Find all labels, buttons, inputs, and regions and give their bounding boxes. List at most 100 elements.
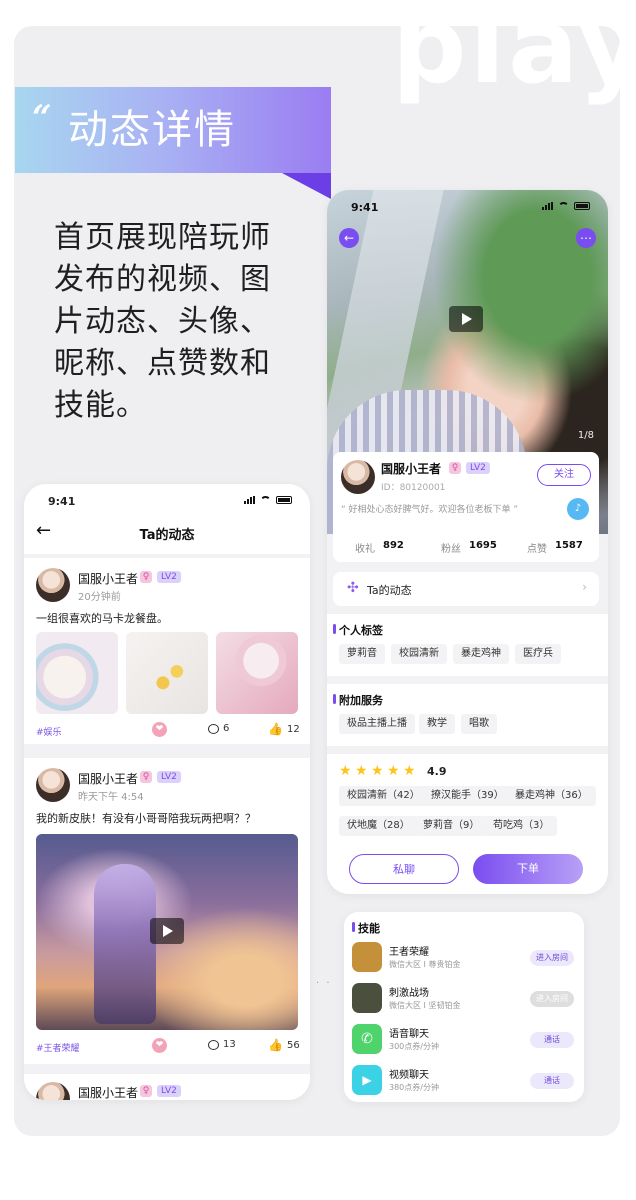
- pinwheel-icon: ✣: [347, 580, 359, 596]
- section-title: 动态详情: [68, 107, 236, 153]
- post-image[interactable]: [216, 632, 298, 714]
- more-icon[interactable]: ⋯: [576, 228, 596, 248]
- post-card[interactable]: 国服小王者 ♀ LV2 昨天下午 4:54 我的新皮肤！有没有小哥哥陪我玩两把啊…: [24, 758, 310, 1064]
- voice-intro-icon[interactable]: ♪: [567, 498, 589, 520]
- profile-card: 国服小王者 ♀ LV2 ID：80120001 关注 “ 好相处心态好脾气好。欢…: [333, 452, 599, 562]
- skill-detail: 微信大区 I 尊贵铂金: [389, 960, 461, 969]
- honor-of-kings-icon: [352, 942, 382, 972]
- post-image[interactable]: [126, 632, 208, 714]
- comment-count[interactable]: 13: [208, 1039, 236, 1050]
- post-image[interactable]: [36, 632, 118, 714]
- banner-fold: [282, 173, 331, 199]
- connector-dots: · ·: [316, 978, 332, 989]
- post-text: 一组很喜欢的马卡龙餐盘。: [36, 612, 168, 625]
- tag-chip: 暴走鸡神: [453, 644, 509, 664]
- call-button[interactable]: 通话: [530, 1073, 574, 1089]
- username: 国服小王者: [78, 572, 139, 586]
- user-id: ID：80120001: [381, 483, 446, 493]
- service-chip: 唱歌: [461, 714, 497, 734]
- post-time: 昨天下午 4:54: [78, 792, 144, 803]
- topic-tag[interactable]: #娱乐: [36, 725, 62, 738]
- female-icon: ♀: [140, 771, 152, 783]
- thumbs-up-icon: 👍: [268, 1038, 283, 1052]
- review-chip: 校园清新（42）: [339, 786, 428, 806]
- tag-chip: 校园清新: [391, 644, 447, 664]
- video-thumbnail-figure: [94, 864, 156, 1024]
- post-time: 20分钟前: [78, 592, 121, 603]
- stat-gifts: 收礼 892: [355, 540, 404, 555]
- star-icon: ★: [339, 763, 352, 779]
- post-video[interactable]: [36, 834, 298, 1030]
- reviews-section: ★ ★ ★ ★ ★ 4.9 校园清新（42） 撩汉能手（39） 暴走鸡神（36）…: [327, 754, 608, 894]
- bio-quote: “ 好相处心态好脾气好。欢迎各位老板下单 ”: [341, 505, 519, 515]
- level-badge: LV2: [466, 462, 490, 474]
- avatar[interactable]: [341, 460, 375, 494]
- page: play “ 动态详情 首页展现陪玩师发布的视频、图片动态、头像、昵称、点赞数和…: [0, 0, 636, 1200]
- tag-chip: 医疗兵: [515, 644, 561, 664]
- avatar[interactable]: [36, 568, 70, 602]
- clock: 9:41: [48, 495, 76, 508]
- star-icon: ★: [371, 763, 384, 779]
- chat-button[interactable]: 私聊: [349, 854, 459, 884]
- like-count[interactable]: 👍 56: [268, 1039, 300, 1051]
- review-chip: 萝莉音（9）: [415, 816, 488, 836]
- follow-button[interactable]: 关注: [537, 464, 591, 486]
- quote-icon: “: [32, 98, 52, 138]
- signal-icon: [542, 202, 553, 210]
- dynamics-list-phone: 9:41 ← Ta的动态 国服小王者 ♀ LV2 20分钟前 一组很喜欢的马卡龙…: [24, 484, 310, 1100]
- battery-icon: [574, 202, 590, 210]
- skill-name: 刺激战场: [389, 988, 429, 999]
- skill-name: 王者荣耀: [389, 947, 429, 958]
- order-button[interactable]: 下单: [473, 854, 583, 884]
- gift-icon[interactable]: ❤: [152, 722, 167, 737]
- comment-count[interactable]: 6: [208, 723, 229, 734]
- extra-services-section: 附加服务 极品主播上播 教学 唱歌: [327, 684, 608, 746]
- rating-score: 4.9: [427, 765, 447, 778]
- page-title: Ta的动态: [139, 528, 195, 543]
- star-icon: ★: [403, 763, 416, 779]
- skill-detail: 300点券/分钟: [389, 1042, 439, 1051]
- call-button[interactable]: 通话: [530, 1032, 574, 1048]
- like-count[interactable]: 👍 12: [268, 723, 300, 735]
- enter-room-button[interactable]: 进入房间: [530, 950, 574, 966]
- top-bar: 9:41 ← Ta的动态: [24, 484, 310, 554]
- avatar[interactable]: [36, 768, 70, 802]
- female-icon: ♀: [140, 571, 152, 583]
- phone-icon: ✆: [352, 1024, 382, 1054]
- comment-icon: [208, 723, 219, 734]
- star-icon: ★: [387, 763, 400, 779]
- wifi-icon: [260, 496, 271, 504]
- level-badge: LV2: [157, 571, 181, 583]
- feature-description: 首页展现陪玩师发布的视频、图片动态、头像、昵称、点赞数和技能。: [54, 220, 271, 423]
- stat-likes: 点赞 1587: [527, 540, 583, 555]
- back-arrow-icon[interactable]: ←: [339, 228, 359, 248]
- enter-room-button[interactable]: 进入房间: [530, 991, 574, 1007]
- personal-tags-section: 个人标签 萝莉音 校园清新 暴走鸡神 医疗兵: [327, 614, 608, 676]
- stat-fans: 粉丝 1695: [441, 540, 497, 555]
- status-bar: 9:41: [327, 190, 608, 220]
- skill-name: 语音聊天: [389, 1029, 429, 1040]
- post-card[interactable]: 国服小王者 ♀ LV2: [24, 1074, 310, 1100]
- wifi-icon: [558, 202, 569, 210]
- skills-card: 技能 王者荣耀 微信大区 I 尊贵铂金 进入房间 刺激战场 微信大区 I 坚韧铂…: [344, 912, 584, 1102]
- topic-tag[interactable]: #王者荣耀: [36, 1041, 80, 1054]
- post-card[interactable]: 国服小王者 ♀ LV2 20分钟前 一组很喜欢的马卡龙餐盘。 #娱乐 ❤ 6 👍…: [24, 558, 310, 744]
- review-chip: 撩汉能手（39）: [423, 786, 512, 806]
- level-badge: LV2: [157, 771, 181, 783]
- post-text: 我的新皮肤！有没有小哥哥陪我玩两把啊？？: [36, 812, 256, 825]
- pubg-icon: [352, 983, 382, 1013]
- clock: 9:41: [351, 201, 379, 214]
- dynamics-label: Ta的动态: [367, 584, 412, 597]
- skill-detail: 微信大区 I 坚韧铂金: [389, 1001, 461, 1010]
- gift-icon[interactable]: ❤: [152, 1038, 167, 1053]
- service-chip: 教学: [419, 714, 455, 734]
- dynamics-entry[interactable]: ✣ Ta的动态 ›: [333, 572, 599, 606]
- level-badge: LV2: [157, 1085, 181, 1097]
- section-heading: 附加服务: [333, 694, 383, 707]
- play-icon[interactable]: [449, 306, 483, 332]
- female-icon: ♀: [140, 1085, 152, 1097]
- avatar[interactable]: [36, 1082, 70, 1100]
- star-icon: ★: [355, 763, 368, 779]
- image-pager: 1/8: [577, 430, 594, 441]
- play-icon[interactable]: [150, 918, 184, 944]
